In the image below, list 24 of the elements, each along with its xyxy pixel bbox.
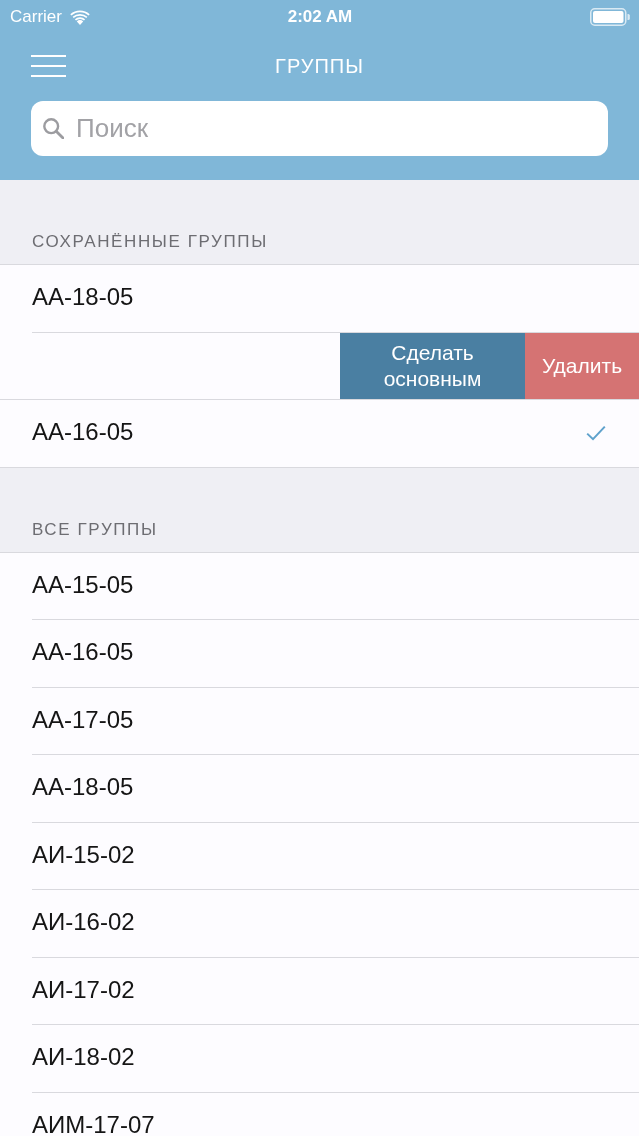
group-row[interactable]: АА-15-05 [0, 552, 639, 619]
section-header: ВСЕ ГРУППЫ [31, 518, 159, 541]
search-icon [43, 118, 64, 139]
wifi-icon [69, 9, 90, 25]
make-primary-button[interactable]: Сделать основным [340, 332, 525, 399]
group-row[interactable]: АИ-18-02 [0, 1025, 639, 1092]
section-header: СОХРАНЁННЫЕ ГРУППЫ [31, 231, 269, 253]
group-row[interactable]: АИ-16-02 [0, 890, 639, 957]
search-field[interactable]: Поиск [31, 101, 608, 156]
menu-icon [31, 55, 66, 77]
group-row[interactable]: АА-16-05 [0, 620, 639, 687]
carrier-label: Carrier [10, 7, 62, 27]
group-row[interactable]: АИМ-17-07 [0, 1092, 639, 1136]
swiped-row[interactable]: Сделать основным Удалить [0, 332, 639, 399]
group-row[interactable]: АА-17-05 [0, 687, 639, 754]
screen-title: ГРУППЫ [275, 54, 364, 78]
group-row[interactable]: АА-16-05 [0, 400, 639, 467]
group-row[interactable]: АИ-17-02 [0, 957, 639, 1024]
group-row[interactable]: АА-18-05 [0, 265, 639, 332]
group-row[interactable]: АИ-15-02 [0, 822, 639, 889]
group-row[interactable]: АА-18-05 [0, 755, 639, 822]
menu-button[interactable] [31, 55, 66, 77]
clock-time: 2:02 AM [287, 7, 353, 27]
battery-icon [590, 8, 630, 26]
